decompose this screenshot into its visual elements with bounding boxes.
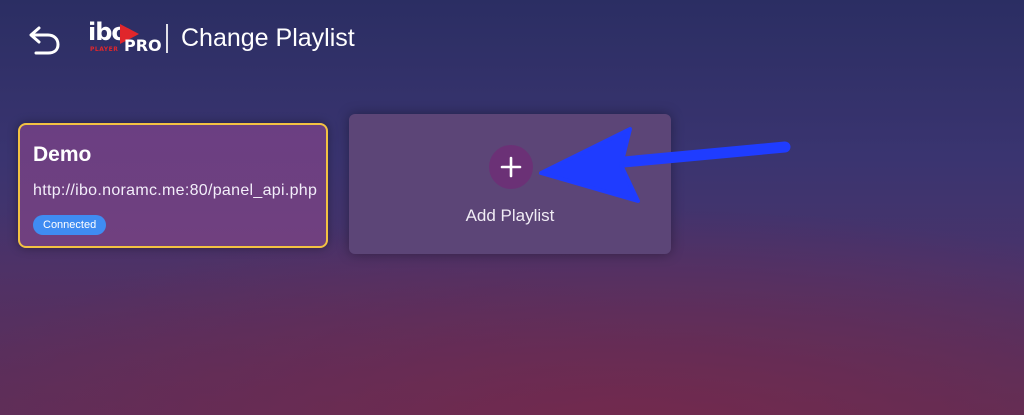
annotation-arrow-icon xyxy=(539,127,791,203)
playlist-url: http://ibo.noramc.me:80/panel_api.php xyxy=(33,182,318,199)
header-bar: ibo PRO PLAYER Change Playlist xyxy=(0,0,1024,80)
add-circle xyxy=(489,145,533,189)
app-logo: ibo PRO PLAYER xyxy=(88,17,162,59)
title-divider xyxy=(166,24,168,53)
logo-pro-text: PRO xyxy=(124,36,162,55)
playlist-card-demo[interactable]: Demo http://ibo.noramc.me:80/panel_api.p… xyxy=(18,123,328,248)
plus-icon xyxy=(500,156,522,178)
page-title: Change Playlist xyxy=(181,24,355,52)
status-badge: Connected xyxy=(33,215,107,235)
back-arrow-icon xyxy=(29,26,60,55)
back-button[interactable] xyxy=(26,22,64,58)
logo-player-text: PLAYER xyxy=(90,46,119,53)
playlist-name: Demo xyxy=(33,143,92,166)
